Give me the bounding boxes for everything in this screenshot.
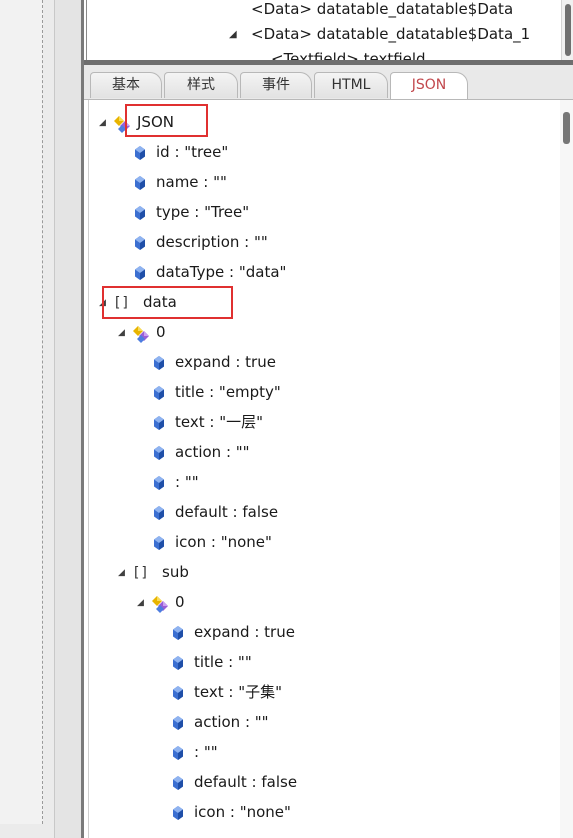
property-icon (151, 475, 167, 491)
property-icon (151, 535, 167, 551)
json-node-22[interactable]: default : false (170, 768, 297, 796)
json-node-7[interactable]: ◢ 0 (118, 318, 166, 346)
property-icon (151, 445, 167, 461)
property-icon (151, 385, 167, 401)
json-node-23[interactable]: icon : "none" (170, 798, 291, 826)
json-node-label: expand : true (175, 353, 276, 371)
json-node-16[interactable]: ◢ 0 (137, 588, 185, 616)
tab-basic[interactable]: 基本 (90, 72, 162, 98)
json-node-12[interactable]: : "" (151, 468, 199, 496)
json-node-label: default : false (175, 503, 279, 521)
property-icon (132, 235, 148, 251)
object-icon (132, 325, 149, 343)
json-node-1[interactable]: id : "tree" (132, 138, 228, 166)
json-node-14[interactable]: icon : "none" (151, 528, 272, 556)
property-icon (170, 745, 186, 761)
json-node-2[interactable]: name : "" (132, 168, 227, 196)
object-icon (151, 595, 168, 613)
property-icon (132, 205, 148, 221)
json-node-label: title : "empty" (175, 383, 281, 401)
component-tree-pane: <Data> datatable_datatable$Data ◢ <Data>… (86, 0, 573, 60)
json-node-label: title : "" (194, 653, 252, 671)
tree-item-data-1[interactable]: <Data> datatable_datatable$Data_1 (251, 25, 530, 43)
top-scrollbar[interactable] (561, 0, 573, 60)
property-icon (151, 505, 167, 521)
json-node-label: icon : "none" (175, 533, 272, 551)
json-node-label: action : "" (194, 713, 269, 731)
json-node-21[interactable]: : "" (170, 738, 218, 766)
left-panel (0, 0, 54, 838)
left-gutter (54, 0, 83, 838)
panel-divider[interactable] (81, 0, 84, 838)
json-node-label: type : "Tree" (156, 203, 250, 221)
expand-toggle-icon[interactable]: ◢ (229, 29, 237, 40)
json-tree: ◢ JSON id : "tree" name : "" type : "Tree" de… (88, 100, 561, 838)
json-node-20[interactable]: action : "" (170, 708, 269, 736)
property-icon (151, 415, 167, 431)
property-icon (170, 685, 186, 701)
json-node-17[interactable]: expand : true (170, 618, 295, 646)
json-node-8[interactable]: expand : true (151, 348, 276, 376)
json-node-9[interactable]: title : "empty" (151, 378, 281, 406)
tab-json[interactable]: JSON (390, 72, 468, 99)
json-node-label: icon : "none" (194, 803, 291, 821)
json-node-label: : "" (175, 473, 199, 491)
property-icon (170, 715, 186, 731)
tab-style[interactable]: 样式 (164, 72, 238, 98)
expand-toggle-icon[interactable]: ◢ (118, 319, 132, 347)
json-tree-scrollbar[interactable] (560, 100, 573, 838)
json-node-label: action : "" (175, 443, 250, 461)
json-node-label: description : "" (156, 233, 268, 251)
json-node-13[interactable]: default : false (151, 498, 278, 526)
json-node-label: 0 (175, 593, 185, 611)
json-node-label: default : false (194, 773, 298, 791)
json-node-15[interactable]: ◢[] sub (118, 558, 189, 586)
json-node-10[interactable]: text : "一层" (151, 408, 263, 436)
expand-toggle-icon[interactable]: ◢ (137, 589, 151, 617)
property-icon (170, 625, 186, 641)
property-tabs: 基本 样式 事件 HTML JSON (84, 65, 573, 100)
expand-toggle-icon[interactable]: ◢ (99, 109, 113, 137)
json-node-label: name : "" (156, 173, 227, 191)
tree-item-textfield[interactable]: <Textfield> textfield (271, 50, 426, 60)
json-tree-scrollbar-thumb[interactable] (563, 112, 570, 144)
json-node-4[interactable]: description : "" (132, 228, 268, 256)
array-icon: [] (132, 564, 149, 581)
json-node-5[interactable]: dataType : "data" (132, 258, 286, 286)
property-icon (170, 655, 186, 671)
json-node-label: id : "tree" (156, 143, 229, 161)
property-icon (151, 355, 167, 371)
json-node-19[interactable]: text : "子集" (170, 678, 282, 706)
highlight-json-node (125, 104, 208, 137)
json-node-label: dataType : "data" (156, 263, 287, 281)
tree-item-data[interactable]: <Data> datatable_datatable$Data (251, 0, 513, 18)
tab-html[interactable]: HTML (314, 72, 388, 98)
tab-events[interactable]: 事件 (240, 72, 312, 98)
json-node-11[interactable]: action : "" (151, 438, 250, 466)
json-node-label: sub (162, 563, 189, 581)
property-icon (132, 145, 148, 161)
property-icon (132, 175, 148, 191)
property-icon (170, 775, 186, 791)
property-icon (170, 805, 186, 821)
json-node-label: text : "子集" (194, 683, 282, 701)
json-node-label: 0 (156, 323, 166, 341)
left-canvas (0, 0, 43, 824)
json-node-label: : "" (194, 743, 218, 761)
property-icon (132, 265, 148, 281)
json-node-label: text : "一层" (175, 413, 263, 431)
top-scrollbar-thumb[interactable] (565, 4, 571, 56)
json-node-label: expand : true (194, 623, 295, 641)
json-node-18[interactable]: title : "" (170, 648, 252, 676)
expand-toggle-icon[interactable]: ◢ (118, 559, 132, 587)
highlight-data-node (102, 286, 233, 319)
json-node-3[interactable]: type : "Tree" (132, 198, 249, 226)
